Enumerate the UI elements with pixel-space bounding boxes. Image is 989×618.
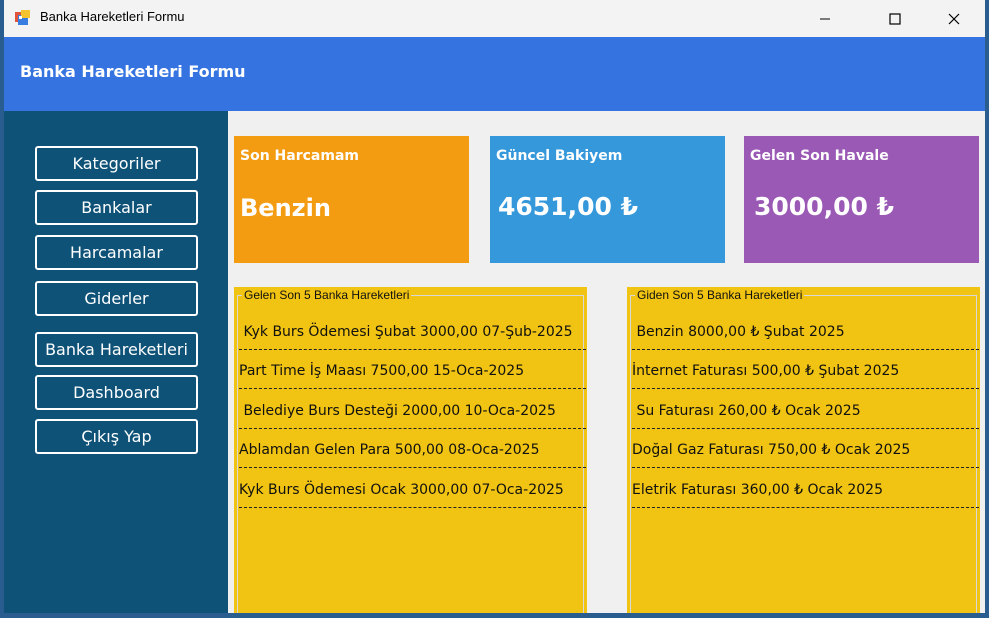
app-window: Banka Hareketleri Formu Banka Hareketler…	[4, 0, 985, 613]
balance-label: Güncel Bakiyem	[496, 148, 623, 164]
app-form-icon	[15, 10, 31, 26]
bank-transactions-button[interactable]: Banka Hareketleri	[35, 332, 198, 367]
logout-button[interactable]: Çıkış Yap	[35, 419, 198, 454]
expenses-button[interactable]: Harcamalar	[35, 235, 198, 270]
last-expense-card: Son Harcamam Benzin	[234, 136, 469, 263]
incoming-transaction-row: Part Time İş Maası 7500,00 15-Oca-2025	[239, 351, 586, 389]
balance-card: Güncel Bakiyem 4651,00 ₺	[490, 136, 725, 263]
close-button[interactable]	[931, 0, 977, 37]
header-title: Banka Hareketleri Formu	[20, 62, 246, 81]
minimize-icon	[820, 18, 830, 19]
maximize-icon	[889, 12, 901, 25]
dashboard-button[interactable]: Dashboard	[35, 375, 198, 410]
last-transfer-card: Gelen Son Havale 3000,00 ₺	[744, 136, 979, 263]
outgoing-transaction-row: Su Faturası 260,00 ₺ Ocak 2025	[632, 391, 979, 429]
last-transfer-value: 3000,00 ₺	[754, 192, 894, 221]
title-bar: Banka Hareketleri Formu	[4, 0, 985, 37]
minimize-button[interactable]	[802, 0, 848, 37]
incoming-transaction-row: Kyk Burs Ödemesi Şubat 3000,00 07-Şub-20…	[239, 312, 586, 350]
outgoing-transactions-panel: Giden Son 5 Banka Hareketleri Benzin 800…	[627, 287, 980, 613]
incoming-transaction-row: Kyk Burs Ödemesi Ocak 3000,00 07-Oca-202…	[239, 470, 586, 508]
balance-value: 4651,00 ₺	[498, 192, 638, 221]
maximize-button[interactable]	[872, 0, 918, 37]
window-title: Banka Hareketleri Formu	[40, 9, 185, 24]
last-transfer-label: Gelen Son Havale	[750, 148, 889, 164]
last-expense-value: Benzin	[240, 194, 331, 222]
incoming-transaction-row: Belediye Burs Desteği 2000,00 10-Oca-202…	[239, 391, 586, 429]
outgoing-transaction-row: Benzin 8000,00 ₺ Şubat 2025	[632, 312, 979, 350]
form-header: Banka Hareketleri Formu	[4, 37, 985, 111]
outgoing-transaction-row: İnternet Faturası 500,00 ₺ Şubat 2025	[632, 351, 979, 389]
last-expense-label: Son Harcamam	[240, 148, 359, 164]
sidebar: Kategoriler Bankalar Harcamalar Giderler…	[4, 111, 228, 613]
close-icon	[948, 13, 960, 24]
outgoing-panel-title: Giden Son 5 Banka Hareketleri	[635, 288, 805, 302]
incoming-transaction-row: Ablamdan Gelen Para 500,00 08-Oca-2025	[239, 430, 586, 468]
categories-button[interactable]: Kategoriler	[35, 146, 198, 181]
incoming-panel-title: Gelen Son 5 Banka Hareketleri	[242, 288, 412, 302]
outgoing-transaction-row: Eletrik Faturası 360,00 ₺ Ocak 2025	[632, 470, 979, 508]
incoming-transactions-panel: Gelen Son 5 Banka Hareketleri Kyk Burs Ö…	[234, 287, 587, 613]
banks-button[interactable]: Bankalar	[35, 190, 198, 225]
outgoing-transaction-row: Doğal Gaz Faturası 750,00 ₺ Ocak 2025	[632, 430, 979, 468]
costs-button[interactable]: Giderler	[35, 281, 198, 316]
